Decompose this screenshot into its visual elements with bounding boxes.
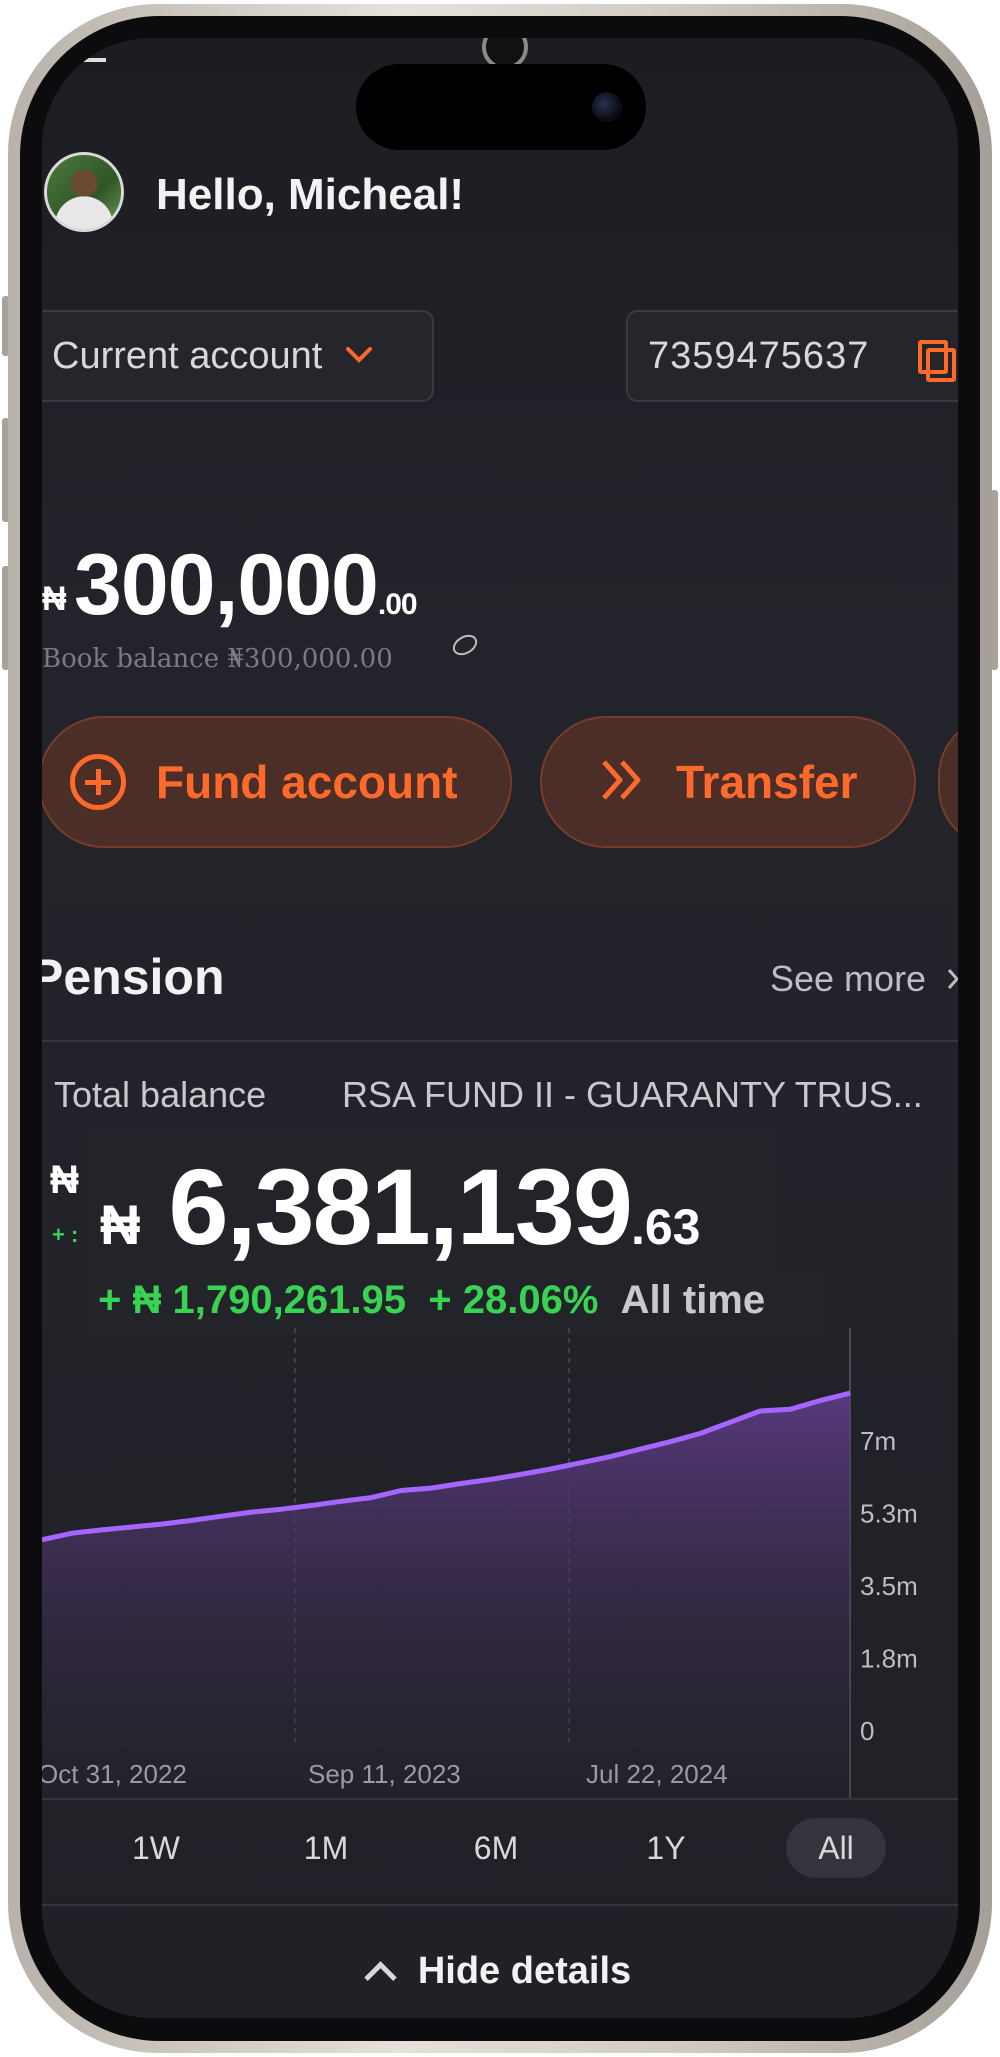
camera-lens — [592, 92, 622, 122]
account-selector[interactable]: Current account — [42, 310, 434, 402]
series-area — [42, 1393, 850, 1798]
range-1m[interactable]: 1M — [276, 1818, 376, 1878]
gain-amount: + ₦ 1,790,261.95 — [98, 1278, 407, 1322]
y-tick-label: 3.5m — [860, 1571, 918, 1601]
tab-total-balance[interactable]: Total balance — [54, 1074, 266, 1116]
menu-icon[interactable] — [72, 58, 106, 62]
copy-icon[interactable] — [918, 340, 956, 382]
double-chevron-right-icon — [598, 750, 646, 815]
x-tick-label: Oct 31, 2022 — [42, 1759, 187, 1789]
book-balance: Book balance ₦300,000.00 — [42, 644, 393, 674]
y-tick-label: 1.8m — [860, 1644, 918, 1674]
app-screen: Hello, Micheal! Current account 73594756… — [42, 38, 958, 2018]
balance-amount: 300,000 — [74, 537, 379, 633]
transfer-label: Transfer — [676, 756, 858, 808]
x-tick-label: Sep 11, 2023 — [308, 1759, 461, 1789]
pension-chart[interactable]: 7m 5.3m 3.5m 1.8m 0 Oct 31, 2022 Sep 11, 2023 J… — [42, 1328, 958, 1798]
transfer-button[interactable]: Transfer — [540, 716, 916, 848]
gain-period: All time — [620, 1278, 766, 1322]
range-all[interactable]: All — [786, 1818, 886, 1878]
chevron-down-icon — [344, 339, 374, 373]
account-number-chip[interactable]: 7359475637 — [626, 310, 958, 402]
plus-circle-icon — [70, 754, 126, 810]
see-more-link[interactable]: See more — [770, 958, 958, 1000]
divider — [42, 1040, 958, 1042]
y-tick-label: 7m — [860, 1426, 896, 1456]
x-tick-label: Jul 22, 2024 — [586, 1759, 728, 1789]
account-selector-label: Current account — [52, 334, 323, 377]
pension-gain: + ₦ 1,790,261.95 + 28.06% All time — [98, 1278, 765, 1323]
pension-balance: ₦ 6,381,139.63 — [100, 1144, 700, 1269]
ghost-gain: + : — [52, 1222, 79, 1247]
avatar[interactable] — [44, 152, 124, 232]
balance-decimals: .00 — [377, 588, 418, 621]
pension-currency: ₦ — [100, 1193, 141, 1256]
dynamic-island — [356, 64, 646, 150]
divider — [42, 1904, 958, 1906]
pension-title: Pension — [42, 949, 225, 1005]
greeting: Hello, Micheal! — [156, 170, 465, 219]
see-more-label: See more — [770, 958, 927, 999]
tab-rsa-fund[interactable]: RSA FUND II - GUARANTY TRUS... — [342, 1074, 923, 1116]
divider — [42, 1798, 958, 1800]
range-1w[interactable]: 1W — [106, 1818, 206, 1878]
account-balance: 300,000.00 — [74, 536, 418, 635]
chevron-up-icon — [364, 1961, 397, 1994]
y-tick-label: 0 — [860, 1716, 874, 1746]
hide-details-label: Hide details — [417, 1950, 632, 1992]
gain-percent: + 28.06% — [428, 1278, 599, 1322]
chevron-right-icon — [946, 958, 958, 999]
range-1y[interactable]: 1Y — [616, 1818, 716, 1878]
hide-details-button[interactable]: Hide details — [42, 1950, 958, 1994]
pension-decimals: .63 — [630, 1199, 701, 1255]
account-number: 7359475637 — [648, 334, 870, 377]
balance-currency: ₦ — [42, 580, 67, 618]
fund-account-button[interactable]: Fund account — [42, 716, 512, 848]
range-selector: 1W 1M 6M 1Y All — [42, 1818, 958, 1918]
fund-account-label: Fund account — [156, 756, 458, 808]
range-6m[interactable]: 6M — [446, 1818, 546, 1878]
ghost-currency: ₦ — [50, 1158, 79, 1202]
pension-amount: 6,381,139 — [168, 1146, 632, 1267]
y-tick-label: 5.3m — [860, 1499, 918, 1529]
